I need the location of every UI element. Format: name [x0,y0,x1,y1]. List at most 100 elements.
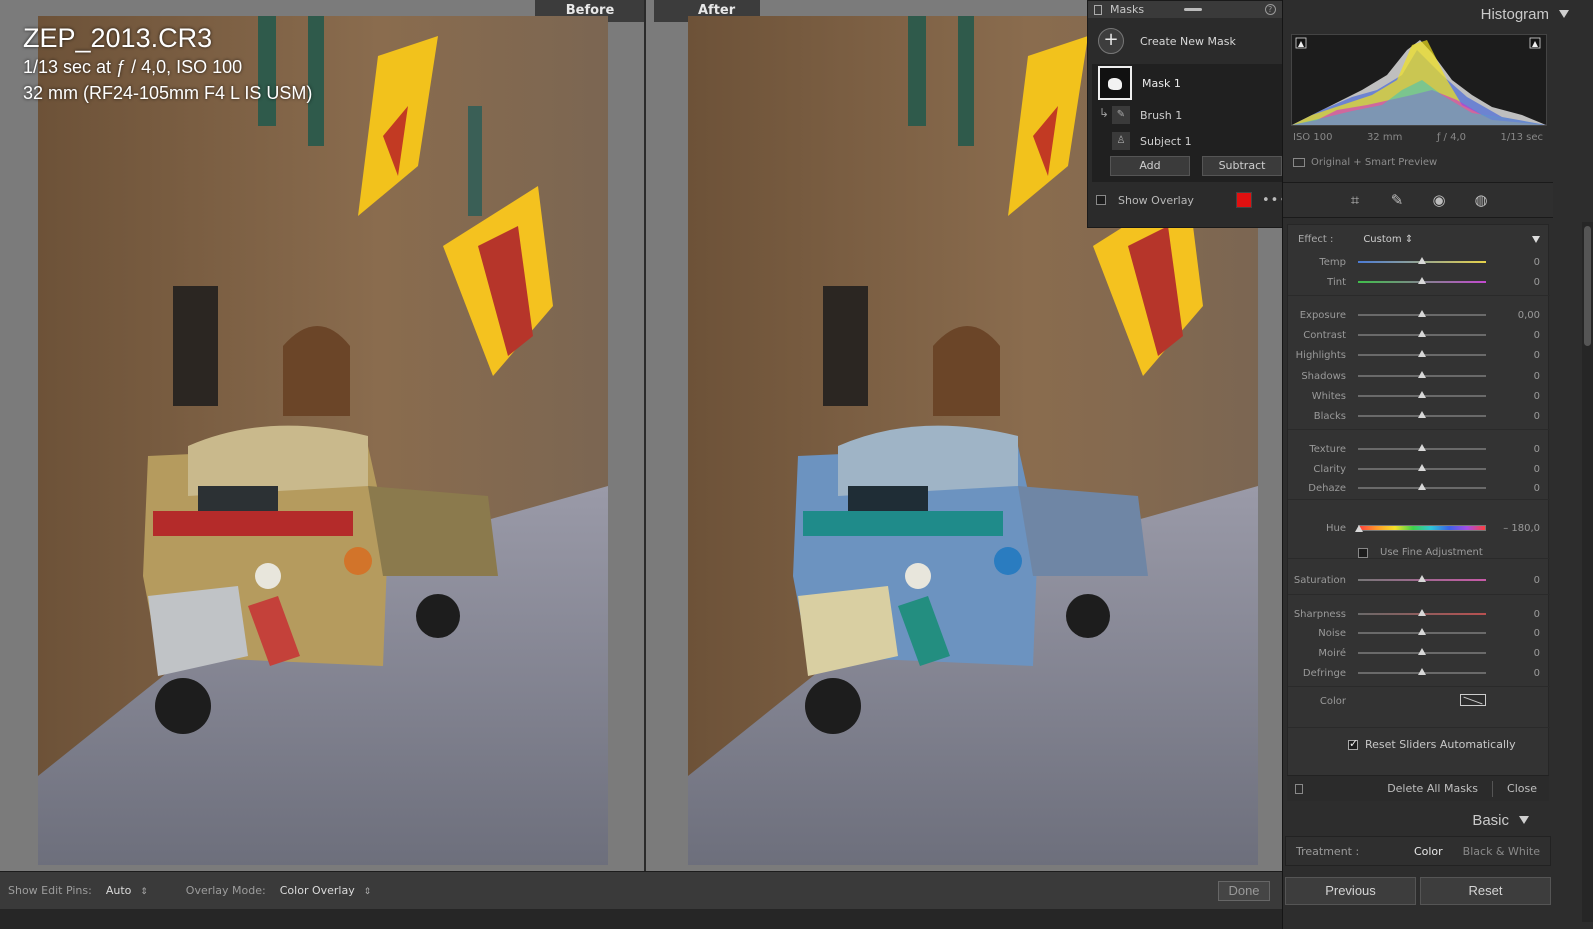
previous-button[interactable]: Previous [1285,877,1416,905]
basic-header[interactable]: Basic [1283,806,1553,834]
slider-knob[interactable] [1418,257,1426,264]
subtract-button[interactable]: Subtract [1202,156,1282,176]
slider-value[interactable]: 0 [1534,444,1540,455]
add-button[interactable]: Add [1110,156,1190,176]
overlay-mode-select[interactable]: Color Overlay ⇕ [280,884,371,897]
slider-texture: Texture 0 [1288,440,1550,458]
slider-value[interactable]: 0 [1534,609,1540,620]
slider-value[interactable]: 0 [1534,628,1540,639]
reset-sliders-checkbox[interactable] [1348,737,1358,750]
create-new-mask-button[interactable]: + Create New Mask [1088,18,1296,64]
panel-toggle-icon[interactable] [1295,783,1303,794]
slider-tint: Tint 0 [1288,273,1550,291]
effect-preset-select[interactable]: Custom ⇕ [1363,234,1413,245]
slider-knob[interactable] [1418,575,1426,582]
slider-knob[interactable] [1418,371,1426,378]
slider-track[interactable] [1358,668,1486,675]
mask-1-row[interactable]: Mask 1 [1092,64,1292,102]
slider-track[interactable] [1358,628,1486,635]
slider-whites: Whites 0 [1288,387,1550,405]
color-swatch-picker[interactable] [1460,694,1486,706]
component-label: Subject 1 [1140,134,1192,148]
help-icon[interactable]: ? [1264,4,1276,15]
slider-track[interactable] [1358,391,1486,398]
slider-knob[interactable] [1418,310,1426,317]
masks-header[interactable]: Masks ? » [1088,1,1296,18]
slider-value[interactable]: 0 [1534,371,1540,382]
slider-knob[interactable] [1418,648,1426,655]
redeye-icon[interactable]: ◉ [1431,192,1447,208]
scrollbar-thumb[interactable] [1584,226,1591,346]
slider-defringe: Defringe 0 [1288,664,1550,682]
slider-value[interactable]: 0,00 [1518,310,1540,321]
done-button[interactable]: Done [1218,881,1270,901]
edit-pins-label: Show Edit Pins: [8,884,92,897]
slider-track[interactable] [1358,464,1486,471]
slider-value[interactable]: 0 [1534,391,1540,402]
slider-value[interactable]: 0 [1534,668,1540,679]
slider-track[interactable] [1358,310,1486,317]
slider-label: Sharpness [1293,608,1346,620]
crop-icon[interactable]: ⌗ [1347,192,1363,208]
component-subject-row[interactable]: ♙ Subject 1 [1092,128,1292,154]
slider-track[interactable] [1355,525,1486,532]
slider-knob[interactable] [1418,330,1426,337]
right-panel: Histogram ISO 100 32 mm ƒ / 4,0 1/13 sec… [1282,0,1593,929]
slider-track[interactable] [1358,575,1486,582]
slider-track[interactable] [1358,444,1486,451]
reset-button[interactable]: Reset [1420,877,1551,905]
histogram-header[interactable]: Histogram [1283,0,1593,28]
color-row: Color [1288,694,1550,707]
slider-track[interactable] [1358,257,1486,264]
mask-icon[interactable]: ◍ [1473,192,1489,208]
slider-value[interactable]: 0 [1534,464,1540,475]
slider-knob[interactable] [1418,444,1426,451]
slider-knob[interactable] [1355,525,1363,532]
before-photo[interactable] [38,16,608,865]
fine-adjustment-checkbox[interactable] [1358,547,1368,558]
slider-knob[interactable] [1418,628,1426,635]
slider-knob[interactable] [1418,483,1426,490]
slider-track[interactable] [1358,609,1486,616]
slider-value[interactable]: 0 [1534,257,1540,268]
close-button[interactable]: Close [1507,782,1537,795]
slider-track[interactable] [1358,330,1486,337]
effect-collapse-icon[interactable] [1532,235,1540,243]
slider-track[interactable] [1358,371,1486,378]
slider-value[interactable]: 0 [1534,648,1540,659]
show-overlay-label: Show Overlay [1118,193,1194,207]
slider-value[interactable]: 0 [1534,277,1540,288]
slider-value[interactable]: 0 [1534,483,1540,494]
slider-value[interactable]: 0 [1534,575,1540,586]
show-overlay-checkbox[interactable] [1096,195,1106,205]
collapse-triangle-icon [1519,816,1529,824]
delete-all-masks-button[interactable]: Delete All Masks [1387,782,1478,795]
edit-pins-select[interactable]: Auto ⇕ [106,884,148,897]
slider-highlights: Highlights 0 [1288,346,1550,364]
component-brush-row[interactable]: ✎ Brush 1 [1092,102,1292,128]
overlay-color-swatch[interactable] [1235,192,1252,208]
slider-knob[interactable] [1418,609,1426,616]
slider-track[interactable] [1358,483,1486,490]
slider-knob[interactable] [1418,277,1426,284]
slider-value[interactable]: 0 [1534,350,1540,361]
slider-knob[interactable] [1418,464,1426,471]
slider-value[interactable]: 0 [1534,330,1540,341]
treatment-bw-option[interactable]: Black & White [1463,845,1540,858]
slider-knob[interactable] [1418,668,1426,675]
slider-value[interactable]: – 180,0 [1503,523,1540,534]
treatment-color-option[interactable]: Color [1414,845,1443,858]
slider-knob[interactable] [1418,350,1426,357]
drag-handle-icon[interactable] [1184,8,1203,11]
slider-value[interactable]: 0 [1534,411,1540,422]
slider-track[interactable] [1358,277,1486,284]
slider-knob[interactable] [1418,411,1426,418]
heal-icon[interactable]: ✎ [1389,192,1405,208]
pin-icon[interactable] [1094,4,1102,15]
create-new-mask-label: Create New Mask [1140,34,1236,48]
slider-track[interactable] [1358,648,1486,655]
slider-track[interactable] [1358,411,1486,418]
slider-track[interactable] [1358,350,1486,357]
slider-knob[interactable] [1418,391,1426,398]
slider-clarity: Clarity 0 [1288,460,1550,478]
